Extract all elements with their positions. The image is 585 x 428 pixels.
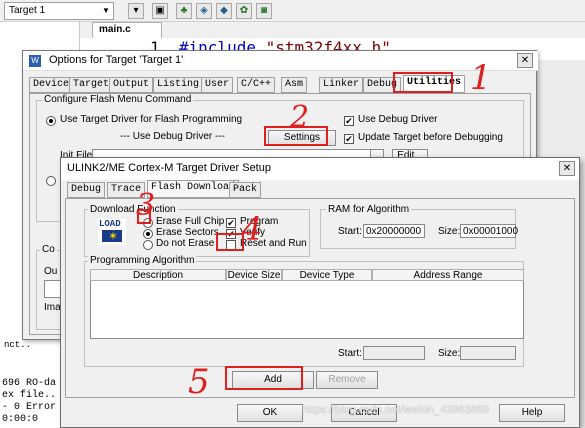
- tab-main-c[interactable]: main.c: [92, 22, 162, 38]
- gear-icon[interactable]: ✿: [236, 3, 252, 19]
- annotation-box-erase-full-chip: [137, 209, 151, 224]
- image-fragment: Ima: [44, 302, 61, 313]
- tab-cpp[interactable]: C/C++: [237, 77, 276, 93]
- ulink-title: ULINK2/ME Cortex-M Target Driver Setup: [61, 158, 579, 180]
- tab-asm[interactable]: Asm: [281, 77, 308, 93]
- algo-size-label: Size:: [438, 348, 461, 359]
- tab-flash-download[interactable]: Flash Download: [147, 180, 240, 198]
- flash-menu-group-title: Configure Flash Menu Command: [42, 94, 194, 105]
- erase-full-chip-label: Erase Full Chip: [156, 216, 225, 227]
- erase-sectors-radio[interactable]: [143, 229, 153, 239]
- use-debug-driver-checkbox[interactable]: ✔: [344, 116, 354, 126]
- annotation-box-utilities: [393, 72, 453, 93]
- tab-pack[interactable]: Pack: [229, 182, 262, 198]
- column-device-type[interactable]: Device Type: [282, 269, 372, 281]
- ok-button[interactable]: OK: [237, 404, 303, 422]
- prog-algo-title: Programming Algorithm: [88, 255, 197, 266]
- column-address-range[interactable]: Address Range: [372, 269, 524, 281]
- install-icon[interactable]: ◙: [256, 3, 272, 19]
- erase-sectors-label: Erase Sectors: [156, 227, 219, 238]
- annotation-number-4: 4: [242, 210, 263, 248]
- use-debug-driver-sub: --- Use Debug Driver ---: [120, 131, 226, 142]
- flash-download-panel: Download Function LOAD ✶ Erase Full Chip…: [65, 198, 575, 398]
- algo-size-input[interactable]: [460, 346, 516, 360]
- tab-debug[interactable]: Debug: [67, 182, 106, 198]
- tab-listing[interactable]: Listing: [153, 77, 204, 93]
- remove-button[interactable]: Remove: [316, 371, 378, 389]
- download-function-title: Download Function: [88, 204, 178, 215]
- annotation-number-2: 2: [290, 100, 310, 135]
- annotation-box-add: [225, 366, 303, 390]
- do-not-erase-radio[interactable]: [143, 240, 153, 250]
- star-icon: ✶: [108, 229, 119, 243]
- ram-size-input[interactable]: 0x00001000: [460, 224, 518, 238]
- keil-icon: W: [29, 55, 41, 67]
- tab-output[interactable]: Output: [109, 77, 154, 93]
- do-not-erase-label: Do not Erase: [156, 238, 215, 249]
- output-fragment: Ou: [44, 266, 58, 277]
- commands-group-fragment: Co: [40, 244, 57, 255]
- tab-device[interactable]: Device: [29, 77, 74, 93]
- ram-start-label: Start:: [338, 226, 362, 237]
- annotation-box-reset-and-run: [216, 233, 244, 251]
- select-icon[interactable]: ▾: [128, 3, 144, 19]
- manage-icon[interactable]: ▣: [152, 3, 168, 19]
- annotation-number-1: 1: [470, 58, 492, 98]
- column-device-size[interactable]: Device Size: [226, 269, 282, 281]
- chevron-down-icon[interactable]: ▼: [100, 3, 112, 18]
- help-button[interactable]: Help: [499, 404, 565, 422]
- load-icon: LOAD ✶: [98, 219, 126, 245]
- target-select[interactable]: Target 1: [4, 2, 114, 20]
- algo-start-input[interactable]: [363, 346, 425, 360]
- ram-group-title: RAM for Algorithm: [326, 204, 412, 215]
- close-icon[interactable]: ✕: [559, 161, 575, 176]
- program-checkbox[interactable]: ✔: [226, 218, 236, 228]
- algo-start-label: Start:: [338, 348, 362, 359]
- annotation-number-5: 5: [188, 362, 210, 402]
- options-title: Options for Target 'Target 1': [23, 51, 538, 71]
- tab-linker[interactable]: Linker: [319, 77, 364, 93]
- use-target-driver-label: Use Target Driver for Flash Programming: [60, 114, 243, 125]
- ram-size-label: Size:: [438, 226, 461, 237]
- watermark: https://blog.csdn.net/weixin_43963658: [302, 404, 490, 416]
- close-icon[interactable]: ✕: [517, 53, 533, 68]
- load-icon-text: LOAD: [99, 219, 121, 229]
- tab-target[interactable]: Target: [69, 77, 114, 93]
- pack-icon[interactable]: ◆: [216, 3, 232, 19]
- panel-fragment: nct..: [4, 340, 32, 350]
- component-icon[interactable]: ◈: [196, 3, 212, 19]
- use-external-tool-radio[interactable]: [46, 176, 56, 186]
- build-icon[interactable]: ♣: [176, 3, 192, 19]
- use-debug-driver-label: Use Debug Driver: [358, 114, 438, 125]
- update-target-checkbox[interactable]: ✔: [344, 134, 354, 144]
- column-description[interactable]: Description: [90, 269, 226, 281]
- ram-start-input[interactable]: 0x20000000: [363, 224, 425, 238]
- use-target-driver-radio[interactable]: [46, 116, 56, 126]
- tab-user[interactable]: User: [201, 77, 234, 93]
- update-target-label: Update Target before Debugging: [358, 132, 503, 143]
